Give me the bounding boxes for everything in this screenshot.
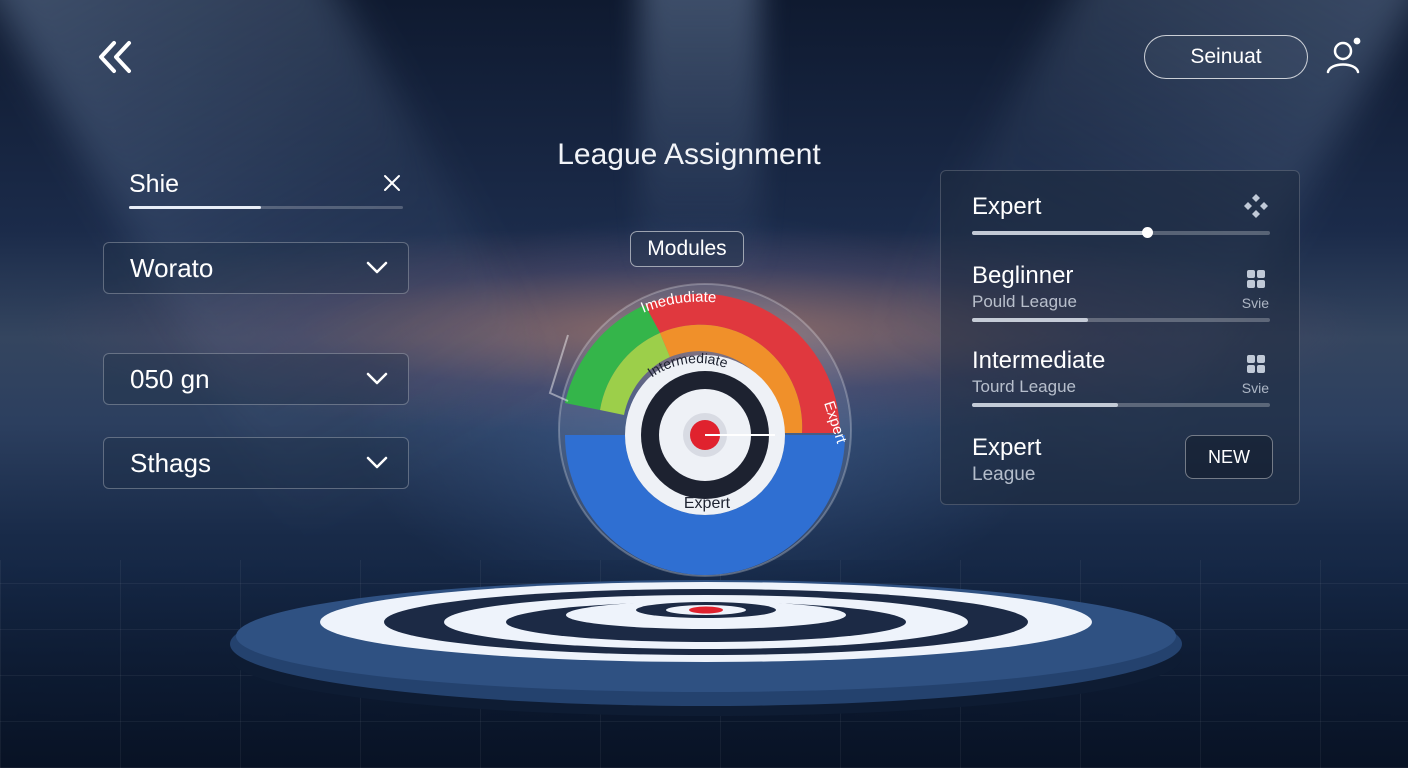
- dropdown-1[interactable]: Worato: [103, 242, 409, 294]
- dropdown-1-label: Worato: [130, 252, 214, 283]
- chevron-down-icon: [366, 372, 388, 385]
- league-item-1-slider-fill: [972, 231, 1148, 235]
- league-item-2-subtitle: Pould League: [972, 292, 1077, 311]
- league-item-1-slider-thumb[interactable]: [1142, 227, 1153, 238]
- user-icon: [1326, 37, 1361, 74]
- league-item-2-title: Beglinner: [972, 262, 1074, 289]
- league-item-3-subtitle: Tourd League: [972, 377, 1076, 396]
- dropdown-2[interactable]: 050 gn: [103, 353, 409, 405]
- league-list-panel: Expert Beglinner Pould League Svie Inter…: [940, 170, 1300, 505]
- dropdown-2-label: 050 gn: [130, 363, 210, 394]
- diamond-icon[interactable]: [1243, 193, 1269, 219]
- signin-button-label: Seinuat: [1190, 45, 1262, 68]
- league-item-3-title: Intermediate: [972, 347, 1106, 374]
- league-item-2-service: Svie: [1241, 295, 1269, 311]
- search-progress-fill: [129, 206, 261, 209]
- chevron-down-icon: [366, 456, 388, 469]
- new-league-button-label: NEW: [1208, 446, 1250, 467]
- grid-icon[interactable]: [1246, 269, 1266, 289]
- league-item-3-service: Svie: [1241, 380, 1269, 396]
- new-league-button[interactable]: NEW: [1185, 435, 1273, 479]
- league-item-2-progress-fill: [972, 318, 1088, 322]
- search-field: [129, 166, 403, 212]
- dropdown-3-label: Sthags: [130, 447, 211, 478]
- back-button[interactable]: [94, 38, 136, 76]
- signin-button[interactable]: Seinuat: [1144, 35, 1308, 79]
- league-item-1-title: Expert: [972, 193, 1042, 220]
- dial-bottom-ring-label: Expert: [684, 495, 731, 512]
- league-item-4-title: Expert: [972, 434, 1042, 461]
- search-input[interactable]: [129, 166, 359, 202]
- target-pedestal: [230, 580, 1182, 716]
- double-chevron-left-icon: [99, 41, 131, 73]
- modules-chip[interactable]: Modules: [630, 231, 744, 267]
- close-icon[interactable]: [381, 172, 403, 194]
- user-profile-button[interactable]: [1322, 36, 1366, 76]
- dropdown-3[interactable]: Sthags: [103, 437, 409, 489]
- page-title: League Assignment: [557, 138, 821, 171]
- grid-icon[interactable]: [1246, 354, 1266, 374]
- league-item-3-progress-fill: [972, 403, 1118, 407]
- chevron-down-icon: [366, 261, 388, 274]
- league-target-dial[interactable]: Imedudiate Expert Intermediate Expert: [540, 275, 860, 585]
- modules-chip-label: Modules: [647, 237, 727, 260]
- league-item-4-subtitle: League: [972, 464, 1036, 485]
